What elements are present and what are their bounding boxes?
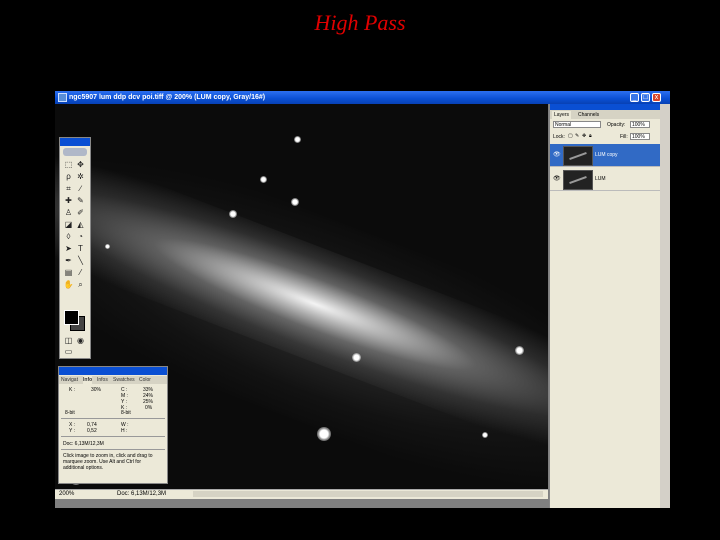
h-label: H : <box>121 428 128 434</box>
star <box>482 432 488 438</box>
notes-icon[interactable]: ▤ <box>63 268 74 278</box>
minimize-button[interactable]: _ <box>630 93 639 102</box>
right-dock-gutter <box>660 104 670 508</box>
star <box>229 210 237 218</box>
lasso-icon[interactable]: ρ <box>63 172 74 182</box>
magic-wand-icon[interactable]: ✲ <box>75 172 86 182</box>
layer-thumbnail <box>563 170 593 190</box>
history-brush-icon[interactable]: ✐ <box>75 208 86 218</box>
info-palette: Navigat Info Infos Swatches Color K : 30… <box>58 366 168 484</box>
app-icon <box>58 93 67 102</box>
info-divider <box>61 436 165 437</box>
tab-info[interactable]: Info <box>83 376 93 384</box>
line-icon[interactable]: ╲ <box>75 256 86 266</box>
tab-infos[interactable]: Infos <box>97 376 108 384</box>
info-palette-tabs: Navigat Info Infos Swatches Color <box>59 376 167 384</box>
dodge-icon[interactable]: ◔ <box>75 232 86 242</box>
star <box>105 244 110 249</box>
k-label: K : <box>69 387 76 393</box>
photoshop-window: ngc5907 lum ddp dcv poi.tiff @ 200% (LUM… <box>55 91 670 508</box>
yy-value: 0,52 <box>87 428 97 434</box>
zoom-level[interactable]: 200% <box>59 491 74 497</box>
slide-title: High Pass <box>314 10 406 35</box>
layer-name: LUM copy <box>595 152 618 158</box>
layer-row-lum[interactable]: 👁︎ LUM <box>550 168 660 191</box>
lock-position-icon[interactable]: ✥ <box>582 133 586 139</box>
brush-icon[interactable]: ✎ <box>75 196 86 206</box>
stamp-icon[interactable]: ♙ <box>63 208 74 218</box>
foreground-color-swatch[interactable] <box>64 310 79 325</box>
status-bar: 200% Doc: 6,13M/12,3M <box>55 489 548 499</box>
lock-all-icon[interactable]: 🔒︎ <box>589 133 592 139</box>
lock-image-icon[interactable]: ✎ <box>575 133 579 139</box>
standard-mode-icon[interactable]: ◉ <box>75 336 86 346</box>
fill-input[interactable]: 100% <box>630 133 650 140</box>
info-divider <box>61 418 165 419</box>
eye-icon[interactable]: 👁︎ <box>553 151 561 158</box>
feather-icon[interactable] <box>63 148 87 156</box>
star <box>317 427 331 441</box>
star <box>291 198 299 206</box>
crop-icon[interactable]: ⌗ <box>63 184 74 194</box>
maximize-button[interactable]: □ <box>641 93 650 102</box>
slice-icon[interactable]: ∕ <box>75 184 86 194</box>
yy-label: Y : <box>69 428 76 434</box>
healing-icon[interactable]: ✚ <box>63 196 74 206</box>
opacity-input[interactable]: 100% <box>630 121 650 128</box>
image-canvas[interactable]: ⬚ ✥ ρ ✲ ⌗ ∕ ✚ ✎ ♙ ✐ ◪ ◭ ◊ ◔ ➤ T ✒ ╲ ▤ ⁄ … <box>55 104 548 497</box>
eraser-icon[interactable]: ◪ <box>63 220 74 230</box>
opacity-label: Opacity: <box>607 122 626 128</box>
move-icon[interactable]: ✥ <box>75 160 86 170</box>
toolbox-palette: ⬚ ✥ ρ ✲ ⌗ ∕ ✚ ✎ ♙ ✐ ◪ ◭ ◊ ◔ ➤ T ✒ ╲ ▤ ⁄ … <box>59 137 91 359</box>
type-icon[interactable]: T <box>75 244 86 254</box>
info-doc-size: Doc: 6,13M/12,3M <box>63 441 104 447</box>
layers-palette: Layers Channels Normal Opacity: 100% Loc… <box>549 104 660 508</box>
close-button[interactable]: x <box>652 93 661 102</box>
bit-depth-1: 8-bit <box>65 410 75 416</box>
star <box>294 136 301 143</box>
blur-icon[interactable]: ◊ <box>63 232 74 242</box>
layer-thumbnail <box>563 146 593 166</box>
star <box>352 353 361 362</box>
k-value: 30% <box>91 387 102 393</box>
pen-icon[interactable]: ✒ <box>63 256 74 266</box>
hand-icon[interactable]: ✋ <box>63 280 74 290</box>
window-title: ngc5907 lum ddp dcv poi.tiff @ 200% (LUM… <box>69 94 266 101</box>
zoom-icon[interactable]: ⌕ <box>75 280 86 290</box>
tab-navigator[interactable]: Navigat <box>61 376 78 384</box>
bit-depth-2: 8-bit <box>121 410 131 416</box>
quick-mask-icon[interactable]: ◫ <box>63 336 74 346</box>
layer-name: LUM <box>595 176 606 182</box>
tab-channels[interactable]: Channels <box>576 111 601 119</box>
info-divider <box>61 449 165 450</box>
status-doc-size: Doc: 6,13M/12,3M <box>117 491 167 497</box>
info-palette-header[interactable] <box>59 367 167 375</box>
tab-color[interactable]: Color <box>139 376 151 384</box>
star <box>260 176 267 183</box>
window-titlebar[interactable]: ngc5907 lum ddp dcv poi.tiff @ 200% (LUM… <box>55 91 670 104</box>
eye-icon[interactable]: 👁︎ <box>553 175 561 182</box>
layer-row-lum-copy[interactable]: 👁︎ LUM copy <box>550 144 660 167</box>
info-help-text: Click image to zoom in, click and drag t… <box>63 453 153 471</box>
tab-layers[interactable]: Layers <box>552 111 572 119</box>
lock-label: Lock: <box>553 134 565 140</box>
path-select-icon[interactable]: ➤ <box>63 244 74 254</box>
gradient-icon[interactable]: ◭ <box>75 220 86 230</box>
horizontal-scrollbar[interactable] <box>193 491 543 497</box>
lock-transparency-icon[interactable]: ▢ <box>568 133 573 139</box>
toolbox-header[interactable] <box>60 138 90 146</box>
tab-swatches[interactable]: Swatches <box>113 376 135 384</box>
star <box>515 346 524 355</box>
k2-value: 0% <box>145 405 153 411</box>
eyedropper-icon[interactable]: ⁄ <box>75 268 86 278</box>
blend-mode-select[interactable]: Normal <box>553 121 601 128</box>
layers-palette-tabs: Layers Channels <box>550 110 660 119</box>
screen-mode-icon[interactable]: ▭ <box>63 347 74 357</box>
marquee-icon[interactable]: ⬚ <box>63 160 74 170</box>
fill-label: Fill: <box>620 134 628 140</box>
